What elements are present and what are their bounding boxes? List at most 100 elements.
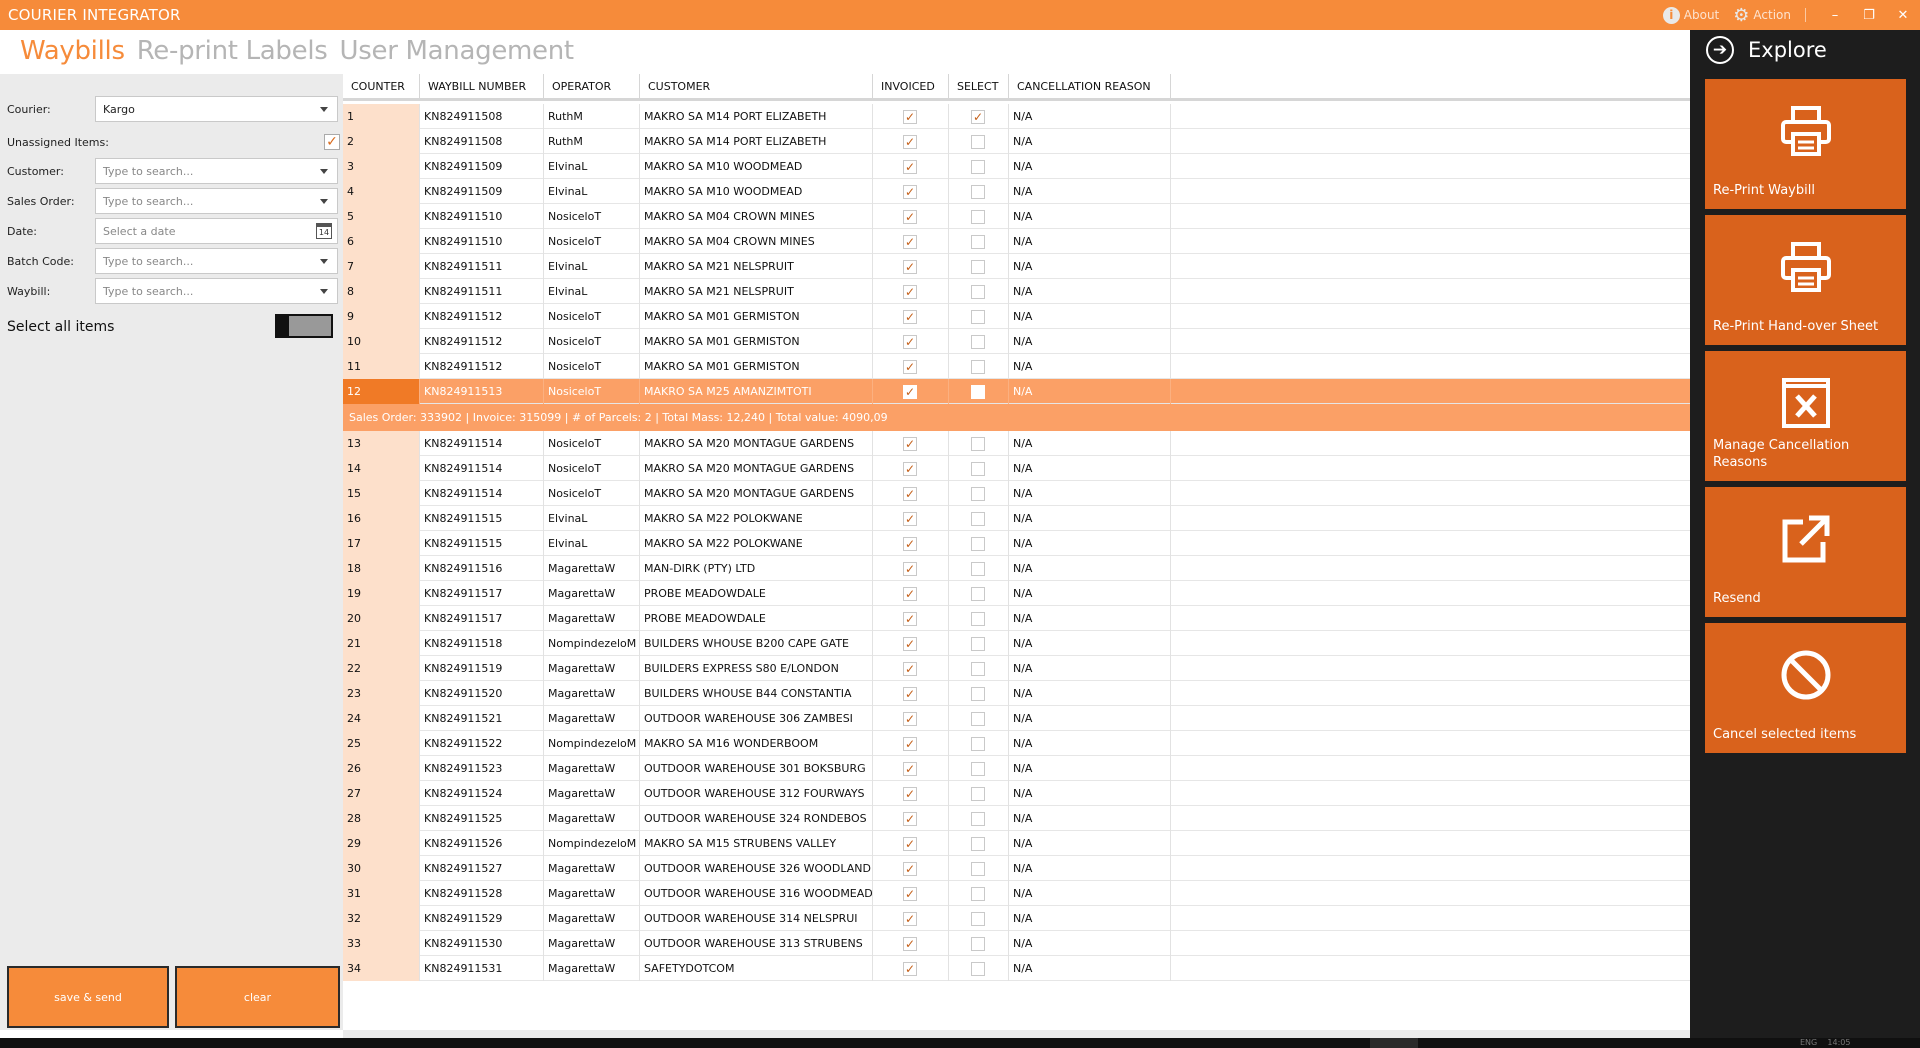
invoiced-checkbox[interactable]: ✓	[903, 662, 917, 676]
invoiced-checkbox[interactable]: ✓	[903, 385, 917, 399]
about-button[interactable]: i About	[1662, 6, 1719, 24]
invoiced-checkbox[interactable]: ✓	[903, 185, 917, 199]
action-button[interactable]: ⚙ Action	[1733, 5, 1791, 26]
resend-tile[interactable]: Resend	[1705, 487, 1906, 617]
invoiced-checkbox[interactable]: ✓	[903, 887, 917, 901]
tab-reprint-labels[interactable]: Re-print Labels	[137, 36, 328, 72]
select-checkbox[interactable]	[971, 687, 985, 701]
invoiced-checkbox[interactable]: ✓	[903, 310, 917, 324]
table-row[interactable]: 23 KN824911520 MagarettaW BUILDERS WHOUSE B…	[343, 681, 1690, 706]
invoiced-checkbox[interactable]: ✓	[903, 285, 917, 299]
table-row[interactable]: 29 KN824911526 NompindezeloM MAKRO SA M15 S…	[343, 831, 1690, 856]
invoiced-checkbox[interactable]: ✓	[903, 260, 917, 274]
invoiced-checkbox[interactable]: ✓	[903, 712, 917, 726]
table-row[interactable]: 26 KN824911523 MagarettaW OUTDOOR WAREHOUSE…	[343, 756, 1690, 781]
invoiced-checkbox[interactable]: ✓	[903, 512, 917, 526]
clear-button[interactable]: clear	[175, 966, 340, 1028]
table-row[interactable]: 9 KN824911512 NosiceloT MAKRO SA M01 GERMIS…	[343, 304, 1690, 329]
invoiced-checkbox[interactable]: ✓	[903, 637, 917, 651]
tab-user-management[interactable]: User Management	[340, 36, 575, 72]
select-checkbox[interactable]	[971, 335, 985, 349]
batch-code-search-input[interactable]: Type to search...	[95, 248, 338, 274]
invoiced-checkbox[interactable]: ✓	[903, 812, 917, 826]
select-checkbox[interactable]	[971, 612, 985, 626]
invoiced-checkbox[interactable]: ✓	[903, 587, 917, 601]
minimize-button[interactable]: –	[1818, 0, 1852, 30]
select-checkbox[interactable]	[971, 912, 985, 926]
table-row[interactable]: 16 KN824911515 ElvinaL MAKRO SA M22 POLOKWA…	[343, 506, 1690, 531]
close-button[interactable]: ✕	[1886, 0, 1920, 30]
select-checkbox[interactable]	[971, 562, 985, 576]
invoiced-checkbox[interactable]: ✓	[903, 837, 917, 851]
select-checkbox[interactable]	[971, 462, 985, 476]
select-checkbox[interactable]	[971, 285, 985, 299]
table-row[interactable]: 20 KN824911517 MagarettaW PROBE MEADOWDALE ✓…	[343, 606, 1690, 631]
invoiced-checkbox[interactable]: ✓	[903, 862, 917, 876]
column-header-invoiced[interactable]: INVOICED	[873, 74, 949, 98]
taskbar-item[interactable]	[1370, 1038, 1418, 1048]
select-checkbox[interactable]	[971, 360, 985, 374]
select-checkbox[interactable]	[971, 437, 985, 451]
select-checkbox[interactable]	[971, 160, 985, 174]
select-checkbox[interactable]	[971, 812, 985, 826]
column-header-customer[interactable]: CUSTOMER	[640, 74, 873, 98]
invoiced-checkbox[interactable]: ✓	[903, 537, 917, 551]
arrow-right-icon[interactable]: ➔	[1706, 36, 1734, 64]
table-row[interactable]: 15 KN824911514 NosiceloT MAKRO SA M20 MONTA…	[343, 481, 1690, 506]
invoiced-checkbox[interactable]: ✓	[903, 612, 917, 626]
select-checkbox[interactable]	[971, 512, 985, 526]
table-row[interactable]: 24 KN824911521 MagarettaW OUTDOOR WAREHOUSE…	[343, 706, 1690, 731]
invoiced-checkbox[interactable]: ✓	[903, 135, 917, 149]
select-checkbox[interactable]	[971, 587, 985, 601]
invoiced-checkbox[interactable]: ✓	[903, 487, 917, 501]
select-checkbox[interactable]	[971, 887, 985, 901]
table-row[interactable]: 1 KN824911508 RuthM MAKRO SA M14 PORT ELIZA…	[343, 104, 1690, 129]
invoiced-checkbox[interactable]: ✓	[903, 110, 917, 124]
invoiced-checkbox[interactable]: ✓	[903, 912, 917, 926]
table-row[interactable]: 31 KN824911528 MagarettaW OUTDOOR WAREHOUSE…	[343, 881, 1690, 906]
table-row[interactable]: 21 KN824911518 NompindezeloM BUILDERS WHOUS…	[343, 631, 1690, 656]
select-checkbox[interactable]: ✓	[971, 110, 985, 124]
column-header-cancellation-reason[interactable]: CANCELLATION REASON	[1009, 74, 1171, 98]
date-picker[interactable]: Select a date 14	[95, 218, 338, 244]
invoiced-checkbox[interactable]: ✓	[903, 962, 917, 976]
table-row[interactable]: 25 KN824911522 NompindezeloM MAKRO SA M16 W…	[343, 731, 1690, 756]
select-checkbox[interactable]	[971, 762, 985, 776]
sales-order-search-input[interactable]: Type to search...	[95, 188, 338, 214]
restore-button[interactable]: ❐	[1852, 0, 1886, 30]
table-row[interactable]: 28 KN824911525 MagarettaW OUTDOOR WAREHOUSE…	[343, 806, 1690, 831]
select-checkbox[interactable]	[971, 537, 985, 551]
select-checkbox[interactable]	[971, 487, 985, 501]
column-header-waybill-number[interactable]: WAYBILL NUMBER	[420, 74, 544, 98]
tab-waybills[interactable]: Waybills	[20, 36, 125, 72]
select-checkbox[interactable]	[971, 662, 985, 676]
table-row[interactable]: 4 KN824911509 ElvinaL MAKRO SA M10 WOODMEAD…	[343, 179, 1690, 204]
select-checkbox[interactable]	[971, 637, 985, 651]
invoiced-checkbox[interactable]: ✓	[903, 737, 917, 751]
select-checkbox[interactable]	[971, 135, 985, 149]
reprint-handover-tile[interactable]: Re-Print Hand-over Sheet	[1705, 215, 1906, 345]
select-checkbox[interactable]	[971, 787, 985, 801]
invoiced-checkbox[interactable]: ✓	[903, 462, 917, 476]
column-header-operator[interactable]: OPERATOR	[544, 74, 640, 98]
invoiced-checkbox[interactable]: ✓	[903, 787, 917, 801]
table-row[interactable]: 19 KN824911517 MagarettaW PROBE MEADOWDALE ✓…	[343, 581, 1690, 606]
invoiced-checkbox[interactable]: ✓	[903, 360, 917, 374]
table-row[interactable]: 22 KN824911519 MagarettaW BUILDERS EXPRESS …	[343, 656, 1690, 681]
table-row[interactable]: 13 KN824911514 NosiceloT MAKRO SA M20 MONTA…	[343, 431, 1690, 456]
table-row[interactable]: 2 KN824911508 RuthM MAKRO SA M14 PORT ELIZA…	[343, 129, 1690, 154]
table-row[interactable]: 3 KN824911509 ElvinaL MAKRO SA M10 WOODMEAD…	[343, 154, 1690, 179]
select-checkbox[interactable]	[971, 712, 985, 726]
table-row[interactable]: 34 KN824911531 MagarettaW SAFETYDOTCOM ✓ N/A	[343, 956, 1690, 981]
table-row[interactable]: 33 KN824911530 MagarettaW OUTDOOR WAREHOUSE…	[343, 931, 1690, 956]
select-checkbox[interactable]	[971, 937, 985, 951]
cancel-selected-items-tile[interactable]: Cancel selected items	[1705, 623, 1906, 753]
invoiced-checkbox[interactable]: ✓	[903, 687, 917, 701]
courier-select[interactable]: Kargo	[95, 96, 338, 122]
select-checkbox[interactable]	[971, 862, 985, 876]
table-row[interactable]: 5 KN824911510 NosiceloT MAKRO SA M04 CROWN …	[343, 204, 1690, 229]
table-row[interactable]: 12 KN824911513 NosiceloT MAKRO SA M25 AMANZ…	[343, 379, 1690, 404]
table-row[interactable]: 8 KN824911511 ElvinaL MAKRO SA M21 NELSPRUI…	[343, 279, 1690, 304]
grid-scroll-area[interactable]	[343, 1030, 1690, 1038]
table-row[interactable]: 6 KN824911510 NosiceloT MAKRO SA M04 CROWN …	[343, 229, 1690, 254]
